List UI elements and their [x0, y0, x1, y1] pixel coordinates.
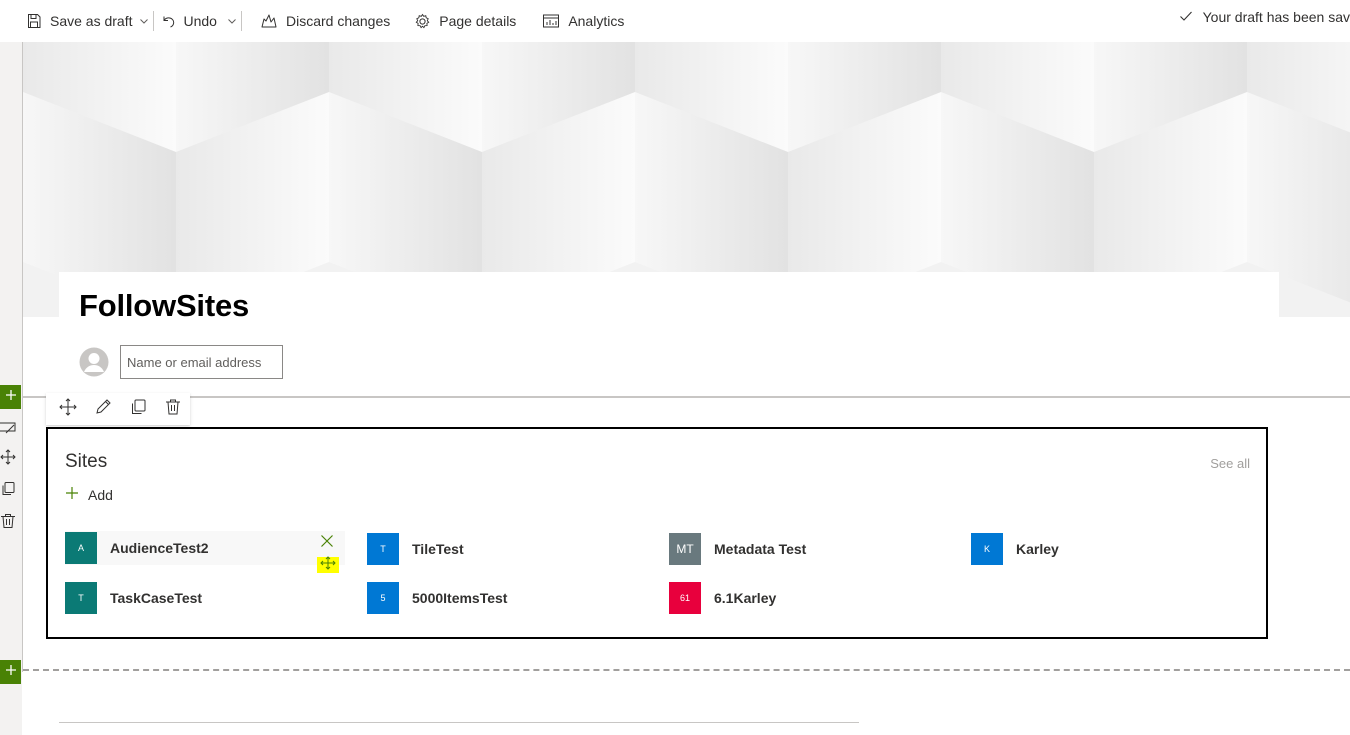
site-name: TileTest: [412, 541, 464, 557]
add-label: Add: [88, 486, 113, 503]
add-section-button[interactable]: [0, 385, 21, 409]
site-tile-audiencetest2[interactable]: A AudienceTest2: [65, 531, 345, 565]
duplicate-webpart-button[interactable]: [120, 393, 155, 425]
add-site-button[interactable]: Add: [65, 486, 113, 503]
page-details-button[interactable]: Page details: [410, 4, 520, 38]
plus-icon: [65, 486, 79, 503]
remove-site-button[interactable]: [319, 534, 335, 553]
plus-icon: [5, 388, 17, 406]
draft-status: Your draft has been sav: [1179, 0, 1350, 34]
copy-icon: [0, 481, 16, 502]
site-name: 6.1Karley: [714, 590, 777, 606]
avatar: [79, 347, 109, 377]
close-icon: [320, 534, 334, 553]
site-name: AudienceTest2: [110, 540, 209, 556]
move-webpart-button[interactable]: [50, 393, 85, 425]
trash-icon: [164, 398, 182, 421]
undo-options-chevron[interactable]: [225, 4, 239, 38]
section-border-bottom: [23, 669, 1350, 671]
person-icon: [79, 347, 109, 381]
undo-label: Undo: [183, 13, 217, 29]
edit-webpart-button[interactable]: [85, 393, 120, 425]
copy-icon: [129, 398, 147, 421]
site-logo: T: [65, 582, 97, 614]
webpart-title[interactable]: Sites: [65, 451, 107, 473]
site-name: Metadata Test: [714, 541, 807, 557]
discard-changes-label: Discard changes: [285, 13, 391, 29]
delete-section-button[interactable]: [0, 513, 18, 533]
trash-icon: [0, 513, 16, 534]
site-tile-5000itemstest[interactable]: 5 5000ItemsTest: [367, 581, 507, 615]
duplicate-section-button[interactable]: [0, 481, 18, 501]
site-tile-tiletest[interactable]: T TileTest: [367, 532, 464, 566]
divider: [240, 11, 242, 31]
site-logo: A: [65, 532, 97, 564]
move-icon: [58, 397, 77, 421]
analytics-button[interactable]: Analytics: [538, 4, 628, 38]
site-logo: MT: [669, 533, 701, 565]
gear-icon: [414, 13, 431, 30]
site-name: TaskCaseTest: [110, 590, 203, 606]
save-as-draft-label: Save as draft: [50, 13, 133, 29]
site-logo: T: [367, 533, 399, 565]
checkmark-icon: [1179, 9, 1193, 26]
save-options-chevron[interactable]: [137, 4, 151, 38]
pencil-icon: [94, 398, 112, 421]
edit-icon: [0, 420, 16, 441]
section-border-top: [23, 396, 1350, 398]
save-as-draft-button[interactable]: Save as draft: [22, 4, 137, 38]
plus-icon: [5, 663, 17, 681]
site-logo: 5: [367, 582, 399, 614]
divider: [152, 11, 154, 31]
see-all-link[interactable]: See all: [1210, 456, 1250, 471]
command-bar: Save as draft Undo Discard changes Page …: [0, 0, 1350, 42]
edit-section-button[interactable]: [0, 420, 18, 440]
chevron-down-icon: [227, 13, 237, 29]
undo-button[interactable]: Undo: [156, 4, 221, 38]
add-section-button-bottom[interactable]: [0, 660, 21, 684]
site-logo: K: [971, 533, 1003, 565]
page-title[interactable]: FollowSites: [79, 288, 249, 324]
author-input[interactable]: [120, 345, 283, 379]
site-name: Karley: [1016, 541, 1059, 557]
reorder-site-handle[interactable]: [317, 555, 339, 575]
discard-icon: [260, 13, 278, 29]
undo-icon: [160, 13, 176, 29]
webpart-toolbar: [46, 393, 190, 425]
delete-webpart-button[interactable]: [155, 393, 190, 425]
save-icon: [26, 13, 42, 29]
site-logo: 61: [669, 582, 701, 614]
chevron-down-icon: [139, 13, 149, 29]
page-details-label: Page details: [439, 13, 517, 29]
discard-changes-button[interactable]: Discard changes: [256, 4, 394, 38]
site-tile-metadata-test[interactable]: MT Metadata Test: [669, 532, 806, 566]
move-icon: [0, 448, 16, 470]
site-tile-6-1karley[interactable]: 61 6.1Karley: [669, 581, 776, 615]
move-icon: [320, 555, 336, 575]
analytics-label: Analytics: [568, 13, 625, 29]
analytics-icon: [542, 13, 560, 29]
draft-status-text: Your draft has been sav: [1202, 9, 1350, 25]
site-tile-taskcasetest[interactable]: T TaskCaseTest: [65, 581, 202, 615]
site-tile-karley[interactable]: K Karley: [971, 532, 1059, 566]
move-section-button[interactable]: [0, 448, 18, 470]
site-name: 5000ItemsTest: [412, 590, 508, 606]
divider: [59, 722, 859, 723]
